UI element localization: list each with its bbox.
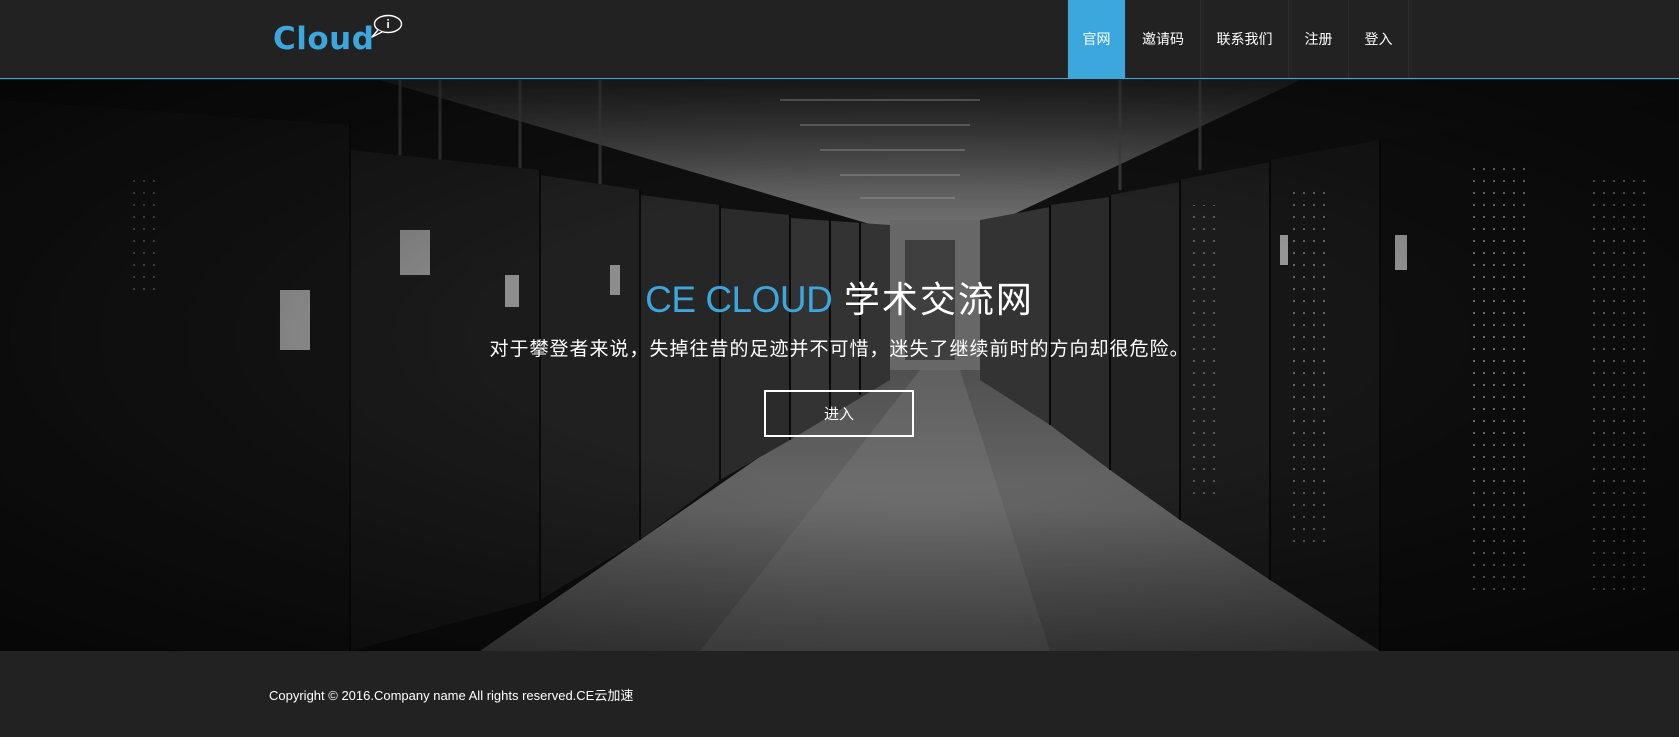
info-bubble-icon [371,14,403,38]
nav-item-label: 联系我们 [1216,32,1273,48]
nav-item-home[interactable]: 官网 [1068,0,1126,78]
hero-title: CE CLOUD 学术交流网 [0,275,1679,326]
nav-item-login[interactable]: 登入 [1349,0,1409,78]
hero-content: CE CLOUD 学术交流网 对于攀登者来说，失掉往昔的足迹并不可惜，迷失了继续… [0,80,1679,651]
copyright-text: Copyright © 2016.Company name All rights… [269,688,634,703]
hero-title-accent: CE CLOUD [645,279,833,320]
nav-item-invite-code[interactable]: 邀请码 [1126,0,1201,78]
enter-button-label: 进入 [823,405,854,423]
enter-button[interactable]: 进入 [764,390,914,437]
nav-menu: 官网 邀请码 联系我们 注册 登入 [1067,0,1409,78]
hero-section: CE CLOUD 学术交流网 对于攀登者来说，失掉往昔的足迹并不可惜，迷失了继续… [0,80,1679,651]
nav-item-label: 注册 [1304,32,1333,48]
hero-subtitle: 对于攀登者来说，失掉往昔的足迹并不可惜，迷失了继续前时的方向却很危险。 [489,338,1190,360]
footer: Copyright © 2016.Company name All rights… [0,651,1679,737]
brand-name: Cloud [273,21,375,57]
nav-item-label: 官网 [1082,32,1111,48]
nav-item-label: 邀请码 [1142,32,1184,48]
hero-title-rest: 学术交流网 [843,280,1034,321]
nav-item-contact[interactable]: 联系我们 [1201,0,1289,78]
nav-item-register[interactable]: 注册 [1289,0,1349,78]
top-navbar: Cloud 官网 邀请码 联系我们 注册 登入 [0,0,1679,79]
nav-item-label: 登入 [1364,32,1393,48]
brand-logo[interactable]: Cloud [273,14,403,62]
